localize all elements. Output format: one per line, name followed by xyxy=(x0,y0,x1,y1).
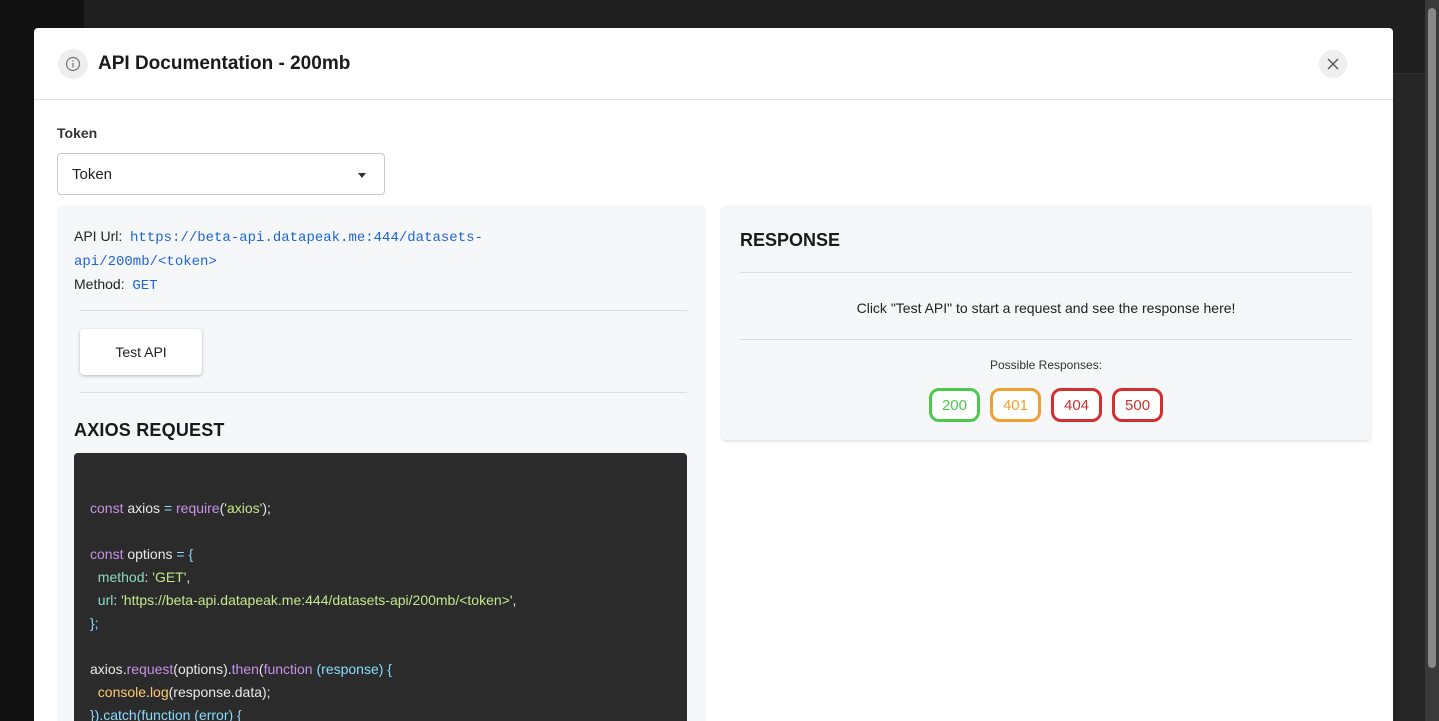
code-line: const options = { xyxy=(90,546,194,562)
api-url-label: API Url: xyxy=(74,228,123,244)
api-info: API Url: https://beta-api.datapeak.me:44… xyxy=(74,225,544,297)
status-badge-200: 200 xyxy=(928,388,980,422)
modal-header: API Documentation - 200mb xyxy=(34,28,1393,100)
code-line: axios.request(options).then(function (re… xyxy=(90,661,392,677)
close-button[interactable] xyxy=(1319,49,1347,78)
status-badge-401: 401 xyxy=(989,388,1041,422)
code-line: const axios = require('axios'); xyxy=(90,500,271,516)
scrollbar[interactable] xyxy=(1425,0,1439,721)
status-badge-500: 500 xyxy=(1112,388,1164,422)
token-select-value: Token xyxy=(72,165,113,183)
response-code-badges: 200 401 404 500 xyxy=(722,388,1370,422)
divider xyxy=(740,339,1352,340)
response-title: RESPONSE xyxy=(740,230,841,250)
code-line: }).catch(function (error) { xyxy=(90,707,242,721)
method-label: Method: xyxy=(74,276,125,292)
code-block: const axios = require('axios'); const op… xyxy=(74,453,687,721)
axios-request-title: AXIOS REQUEST xyxy=(74,420,225,440)
caret-down-icon xyxy=(358,172,366,178)
code-line: console.log(response.data); xyxy=(90,684,271,700)
divider xyxy=(740,272,1352,273)
response-panel: RESPONSE Click "Test API" to start a req… xyxy=(722,206,1370,440)
divider xyxy=(80,310,687,311)
close-icon xyxy=(1327,58,1339,69)
divider xyxy=(80,392,687,393)
response-message: Click "Test API" to start a request and … xyxy=(856,300,1236,316)
api-url-value-cont: api/200mb/<token> xyxy=(74,254,217,270)
code-line: method: 'GET', xyxy=(90,569,191,585)
token-select[interactable]: Token xyxy=(57,153,385,195)
info-icon xyxy=(58,48,88,79)
scrollbar-thumb[interactable] xyxy=(1428,8,1436,668)
status-badge-404: 404 xyxy=(1051,388,1103,422)
token-label: Token xyxy=(57,125,98,141)
request-panel: API Url: https://beta-api.datapeak.me:44… xyxy=(57,206,706,721)
modal-title: API Documentation - 200mb xyxy=(98,52,351,74)
possible-responses-label: Possible Responses: xyxy=(989,358,1103,372)
code-line: url: 'https://beta-api.datapeak.me:444/d… xyxy=(90,592,517,608)
api-documentation-modal: API Documentation - 200mb Token Token AP… xyxy=(34,28,1393,721)
method-value: GET xyxy=(132,278,158,294)
test-api-button[interactable]: Test API xyxy=(80,329,202,375)
api-url-value: https://beta-api.datapeak.me:444/dataset… xyxy=(130,230,483,246)
code-line: }; xyxy=(90,615,99,631)
